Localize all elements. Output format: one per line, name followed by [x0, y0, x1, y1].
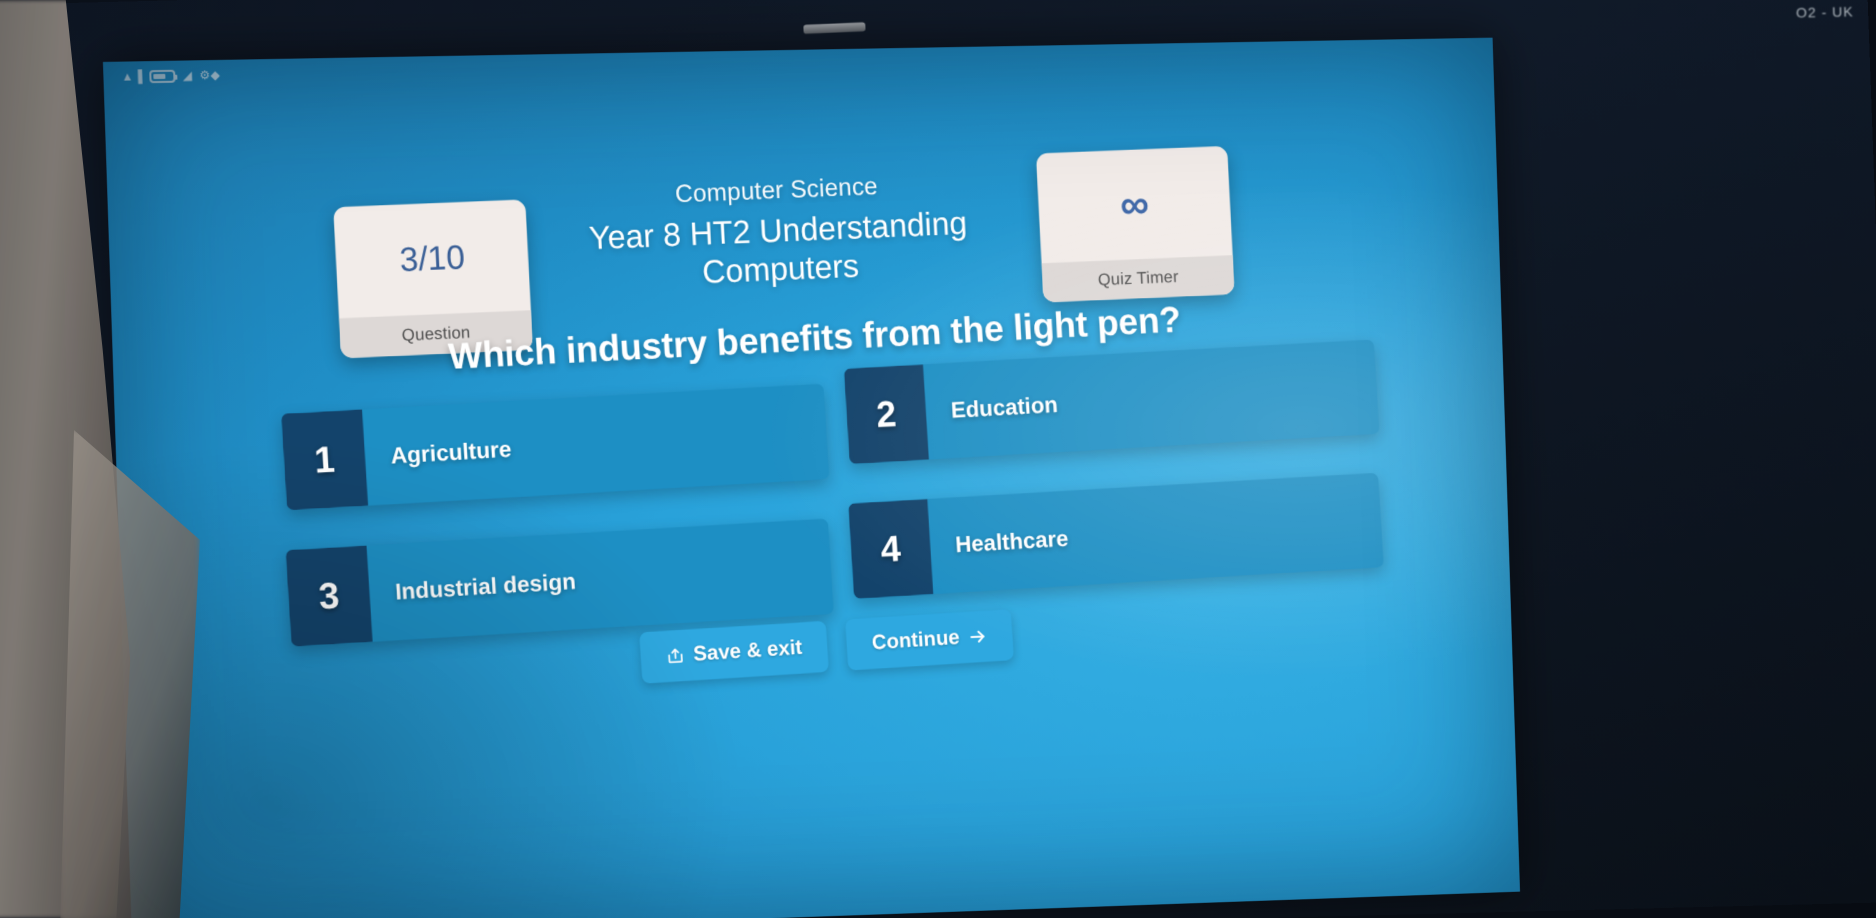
signal-icon: ◢: [182, 68, 193, 83]
answer-option-2[interactable]: 2 Education: [843, 339, 1380, 465]
answer-number-2: 2: [843, 364, 929, 465]
quiz-timer-card: ∞ Quiz Timer: [1035, 145, 1235, 303]
quiz-title: Year 8 HT2 Understanding Computers: [588, 204, 968, 291]
answer-label-3: Industrial design: [394, 568, 577, 605]
laptop-screen: ▲▐ ◢ ⚙◆ 3/10 Question Computer Science Y…: [103, 37, 1520, 918]
carrier-label: O2 - UK: [1796, 3, 1855, 21]
answer-number-3: 3: [285, 545, 373, 647]
quiz-timer-label: Quiz Timer: [1041, 255, 1235, 303]
answer-option-4[interactable]: 4 Healthcare: [848, 472, 1384, 599]
battery-icon: [149, 69, 176, 83]
wifi-icon: ▲▐: [121, 69, 144, 84]
save-and-exit-label: Save & exit: [692, 636, 803, 666]
answer-label-4: Healthcare: [954, 525, 1070, 558]
quiz-header: 3/10 Question Computer Science Year 8 HT…: [104, 77, 1500, 359]
answer-label-1: Agriculture: [389, 435, 513, 469]
webcam-notch-icon: [803, 22, 866, 34]
continue-label: Continue: [871, 626, 961, 655]
infinity-icon: ∞: [1118, 180, 1150, 228]
app-icon: ⚙◆: [199, 67, 221, 83]
save-and-exit-button[interactable]: Save & exit: [639, 620, 830, 684]
answer-label-2: Education: [950, 391, 1059, 423]
photo-of-laptop-screen: O2 - UK ▲▐ ◢ ⚙◆ 3/10 Question Computer S…: [0, 0, 1876, 918]
quiz-title-block: Computer Science Year 8 HT2 Understandin…: [522, 167, 1032, 300]
answer-number-1: 1: [280, 409, 369, 511]
answer-option-1[interactable]: 1 Agriculture: [280, 383, 830, 511]
save-icon: [665, 646, 685, 666]
arrow-right-icon: [968, 626, 989, 647]
continue-button[interactable]: Continue: [845, 609, 1015, 671]
answer-number-4: 4: [848, 498, 934, 599]
question-counter-value: 3/10: [398, 238, 466, 279]
